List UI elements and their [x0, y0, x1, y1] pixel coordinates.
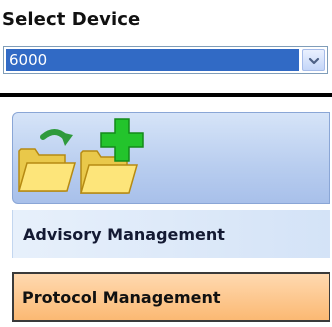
section-divider — [0, 93, 332, 97]
device-select-dropdown-button[interactable] — [302, 49, 325, 71]
folder-toolbar — [12, 112, 330, 204]
folder-add-icon[interactable] — [77, 115, 151, 203]
nav-item-label: Protocol Management — [22, 287, 221, 307]
nav-item-protocol-management[interactable]: Protocol Management — [12, 272, 330, 322]
device-select-value: 6000 — [6, 49, 299, 71]
nav-item-advisory-management[interactable]: Advisory Management — [12, 210, 330, 258]
chevron-down-icon — [308, 51, 320, 70]
nav-item-label: Advisory Management — [23, 224, 225, 244]
select-device-label: Select Device — [2, 9, 141, 30]
device-select[interactable]: 6000 — [3, 46, 328, 74]
folder-refresh-icon[interactable] — [15, 119, 77, 201]
